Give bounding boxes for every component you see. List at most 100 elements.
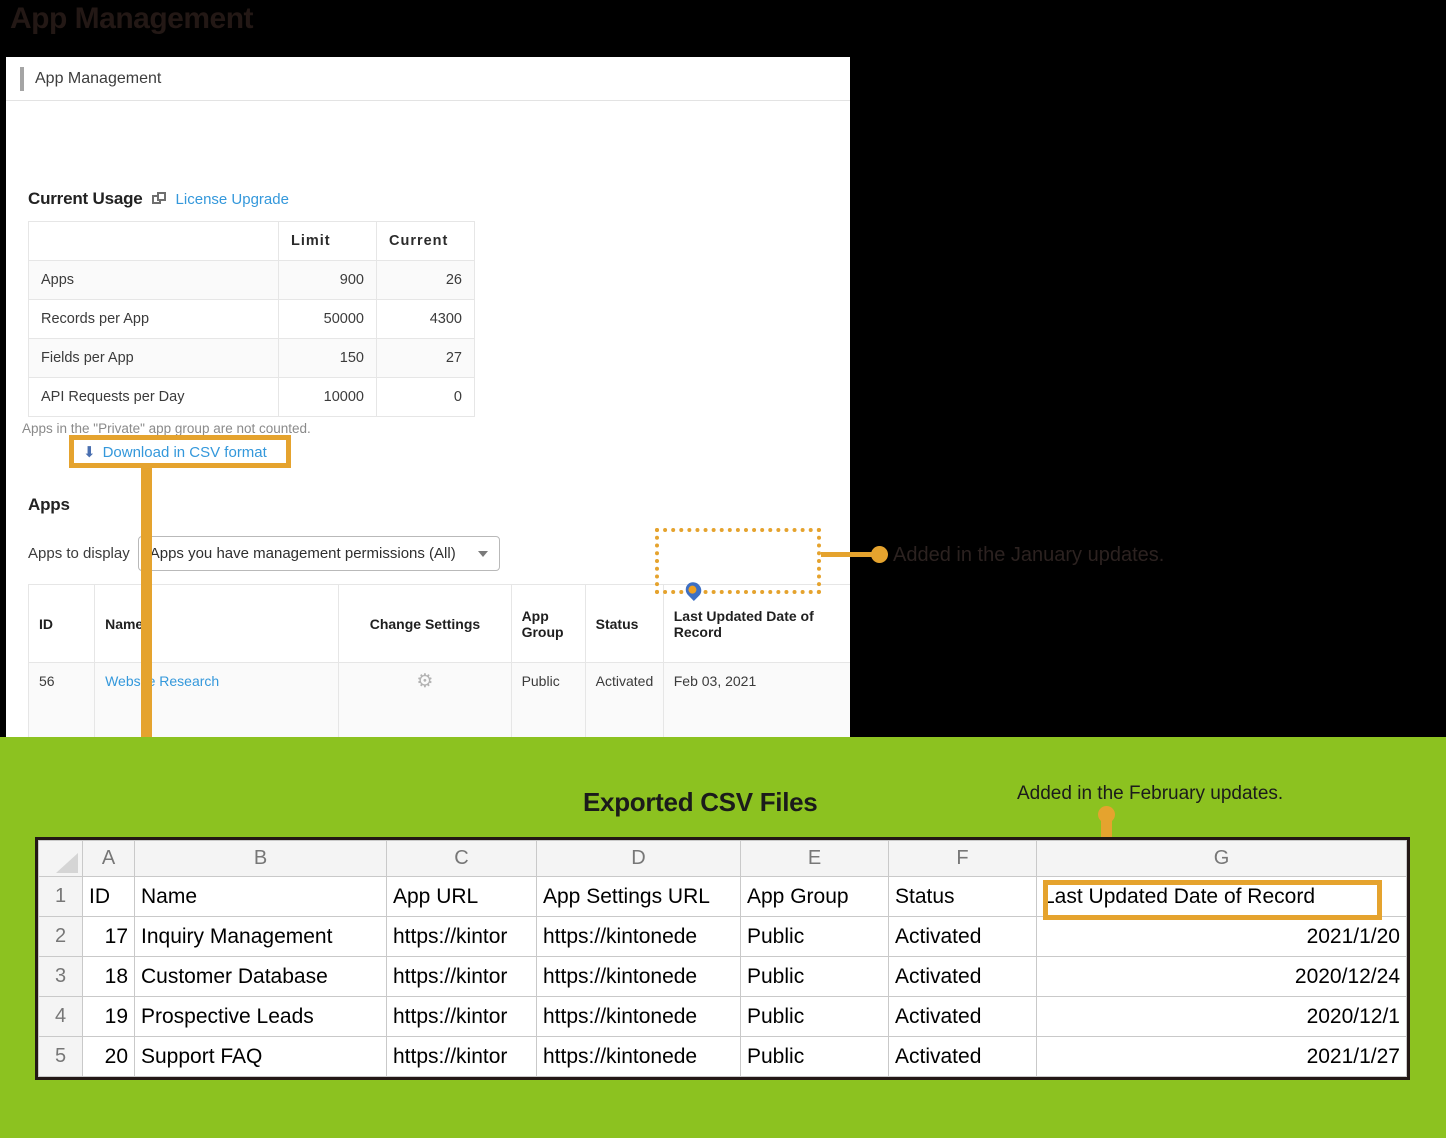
cell-b2[interactable]: Inquiry Management bbox=[135, 917, 387, 957]
spreadsheet-table: A B C D E F G 1 ID Name App URL App Sett… bbox=[38, 840, 1407, 1077]
cell-c1[interactable]: App URL bbox=[387, 877, 537, 917]
cell-a2[interactable]: 17 bbox=[83, 917, 135, 957]
usage-row-label: Fields per App bbox=[29, 339, 279, 378]
usage-row-limit: 900 bbox=[279, 261, 377, 300]
cell-f3[interactable]: Activated bbox=[889, 957, 1037, 997]
cell-f4[interactable]: Activated bbox=[889, 997, 1037, 1037]
row-header[interactable]: 2 bbox=[39, 917, 83, 957]
page-title: App Management bbox=[10, 2, 253, 36]
cell-e5[interactable]: Public bbox=[741, 1037, 889, 1077]
cell-d1[interactable]: App Settings URL bbox=[537, 877, 741, 917]
app-management-panel: App Management Current Usage License Upg… bbox=[6, 57, 850, 737]
breadcrumb: App Management bbox=[6, 57, 850, 101]
cell-g4[interactable]: 2020/12/1 bbox=[1037, 997, 1407, 1037]
app-id: 56 bbox=[29, 663, 95, 738]
cell-g3[interactable]: 2020/12/24 bbox=[1037, 957, 1407, 997]
highlight-last-updated-column bbox=[655, 528, 821, 594]
cell-d5[interactable]: https://kintonede bbox=[537, 1037, 741, 1077]
apps-to-display-value: Apps you have management permissions (Al… bbox=[150, 545, 456, 562]
usage-row-limit: 50000 bbox=[279, 300, 377, 339]
apps-col-app-group[interactable]: App Group bbox=[511, 585, 585, 663]
table-row: 2 17 Inquiry Management https://kintor h… bbox=[39, 917, 1407, 957]
row-header[interactable]: 5 bbox=[39, 1037, 83, 1077]
january-connector-dot bbox=[871, 546, 888, 563]
february-annotation: Added in the February updates. bbox=[1017, 783, 1283, 805]
cell-b1[interactable]: Name bbox=[135, 877, 387, 917]
usage-col-blank bbox=[29, 222, 279, 261]
usage-table-header-row: Limit Current bbox=[29, 222, 475, 261]
chevron-down-icon bbox=[478, 551, 488, 557]
table-row: API Requests per Day 10000 0 bbox=[29, 378, 475, 417]
highlight-csv-last-updated-cell bbox=[1043, 880, 1382, 920]
usage-table: Limit Current Apps 900 26 Records per Ap… bbox=[28, 221, 475, 417]
usage-note: Apps in the "Private" app group are not … bbox=[22, 421, 311, 436]
csv-spreadsheet: A B C D E F G 1 ID Name App URL App Sett… bbox=[35, 837, 1410, 1080]
row-header[interactable]: 4 bbox=[39, 997, 83, 1037]
spreadsheet-column-header-row: A B C D E F G bbox=[39, 841, 1407, 877]
cell-d2[interactable]: https://kintonede bbox=[537, 917, 741, 957]
cell-b3[interactable]: Customer Database bbox=[135, 957, 387, 997]
app-last-updated: Feb 03, 2021 bbox=[663, 663, 850, 738]
apps-to-display-select[interactable]: Apps you have management permissions (Al… bbox=[138, 536, 500, 571]
apps-col-name[interactable]: Name bbox=[95, 585, 339, 663]
table-row: 5 20 Support FAQ https://kintor https://… bbox=[39, 1037, 1407, 1077]
exported-csv-title: Exported CSV Files bbox=[583, 787, 817, 818]
cell-g5[interactable]: 2021/1/27 bbox=[1037, 1037, 1407, 1077]
cell-f5[interactable]: Activated bbox=[889, 1037, 1037, 1077]
apps-filter-row: Apps to display Apps you have management… bbox=[28, 536, 500, 571]
cell-b4[interactable]: Prospective Leads bbox=[135, 997, 387, 1037]
cell-e2[interactable]: Public bbox=[741, 917, 889, 957]
cell-g2[interactable]: 2021/1/20 bbox=[1037, 917, 1407, 957]
usage-row-label: Records per App bbox=[29, 300, 279, 339]
breadcrumb-accent-bar bbox=[20, 67, 24, 91]
gear-icon[interactable]: ⚙ bbox=[416, 673, 434, 691]
usage-col-current: Current bbox=[377, 222, 475, 261]
table-row: Records per App 50000 4300 bbox=[29, 300, 475, 339]
license-upgrade-link[interactable]: License Upgrade bbox=[176, 191, 289, 208]
app-name-cell: Website Research bbox=[95, 663, 339, 738]
table-row: Apps 900 26 bbox=[29, 261, 475, 300]
column-header-b[interactable]: B bbox=[135, 841, 387, 877]
app-name-link[interactable]: Website Research bbox=[105, 673, 219, 689]
select-all-corner[interactable] bbox=[39, 841, 83, 877]
column-header-a[interactable]: A bbox=[83, 841, 135, 877]
cell-d4[interactable]: https://kintonede bbox=[537, 997, 741, 1037]
usage-row-current: 4300 bbox=[377, 300, 475, 339]
current-usage-heading: Current Usage License Upgrade bbox=[28, 189, 289, 209]
cell-a5[interactable]: 20 bbox=[83, 1037, 135, 1077]
column-header-c[interactable]: C bbox=[387, 841, 537, 877]
row-header[interactable]: 3 bbox=[39, 957, 83, 997]
cell-a4[interactable]: 19 bbox=[83, 997, 135, 1037]
apps-col-id[interactable]: ID bbox=[29, 585, 95, 663]
usage-col-limit: Limit bbox=[279, 222, 377, 261]
column-header-e[interactable]: E bbox=[741, 841, 889, 877]
current-usage-title: Current Usage bbox=[28, 189, 143, 209]
cell-c5[interactable]: https://kintor bbox=[387, 1037, 537, 1077]
usage-row-limit: 10000 bbox=[279, 378, 377, 417]
usage-row-label: Apps bbox=[29, 261, 279, 300]
usage-row-current: 0 bbox=[377, 378, 475, 417]
cell-a3[interactable]: 18 bbox=[83, 957, 135, 997]
usage-row-current: 26 bbox=[377, 261, 475, 300]
cell-e3[interactable]: Public bbox=[741, 957, 889, 997]
cell-c4[interactable]: https://kintor bbox=[387, 997, 537, 1037]
column-header-g[interactable]: G bbox=[1037, 841, 1407, 877]
usage-row-label: API Requests per Day bbox=[29, 378, 279, 417]
apps-col-status[interactable]: Status bbox=[585, 585, 663, 663]
row-header[interactable]: 1 bbox=[39, 877, 83, 917]
column-header-f[interactable]: F bbox=[889, 841, 1037, 877]
cell-b5[interactable]: Support FAQ bbox=[135, 1037, 387, 1077]
cell-c2[interactable]: https://kintor bbox=[387, 917, 537, 957]
screenshot-root: App Management App Management Current Us… bbox=[0, 0, 1446, 1138]
cell-a1[interactable]: ID bbox=[83, 877, 135, 917]
apps-col-change-settings: Change Settings bbox=[339, 585, 511, 663]
usage-row-limit: 150 bbox=[279, 339, 377, 378]
cell-f1[interactable]: Status bbox=[889, 877, 1037, 917]
cell-d3[interactable]: https://kintonede bbox=[537, 957, 741, 997]
cell-c3[interactable]: https://kintor bbox=[387, 957, 537, 997]
app-change-settings-cell: ⚙ bbox=[339, 663, 511, 738]
column-header-d[interactable]: D bbox=[537, 841, 741, 877]
cell-e4[interactable]: Public bbox=[741, 997, 889, 1037]
cell-f2[interactable]: Activated bbox=[889, 917, 1037, 957]
cell-e1[interactable]: App Group bbox=[741, 877, 889, 917]
